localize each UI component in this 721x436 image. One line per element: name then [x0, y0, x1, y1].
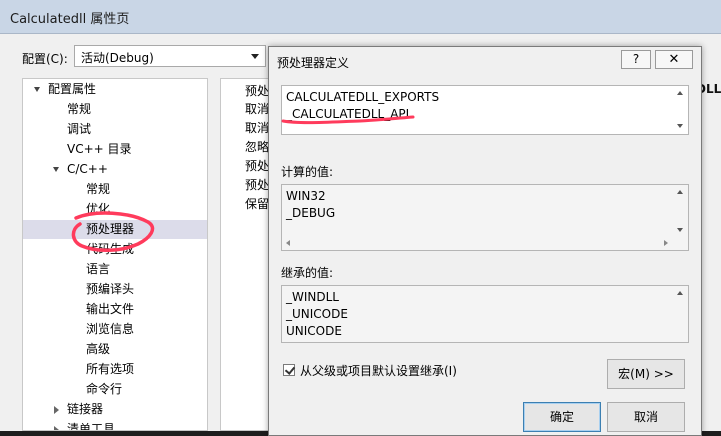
- tree-item-command-line[interactable]: 命令行: [23, 380, 207, 399]
- tree-item-label: VC++ 目录: [67, 142, 132, 156]
- close-button[interactable]: ✕: [655, 50, 693, 69]
- expanded-arrow-icon: [34, 87, 40, 92]
- inherited-line: _WINDLL: [286, 290, 339, 304]
- vertical-scrollbar[interactable]: [672, 86, 688, 134]
- collapsed-arrow-icon: [54, 406, 59, 414]
- inherited-label: 继承的值:: [281, 266, 334, 280]
- horizontal-scrollbar[interactable]: [282, 236, 672, 250]
- tree-item-browse-info[interactable]: 浏览信息: [23, 320, 207, 339]
- tree-item-label: 所有选项: [86, 362, 135, 376]
- window-title: Calculatedll 属性页: [10, 12, 130, 27]
- grid-row[interactable]: 取消: [245, 119, 269, 137]
- tree-item-label: 链接器: [67, 402, 104, 416]
- config-combo[interactable]: 活动(Debug): [74, 45, 266, 67]
- tree-item-code-generation[interactable]: 代码生成: [23, 240, 207, 259]
- window-close-area[interactable]: [693, 0, 721, 22]
- tree-item-all-options[interactable]: 所有选项: [23, 360, 207, 379]
- dialog-titlebar[interactable]: 预处理器定义 ? ✕: [269, 47, 701, 75]
- tree-item-label: 语言: [86, 262, 111, 276]
- expanded-arrow-icon: [53, 167, 59, 172]
- tree-item-linker[interactable]: 链接器: [23, 400, 207, 419]
- definitions-textbox[interactable]: CALCULATEDLL_EXPORTS _CALCULATEDLL_API: [281, 85, 689, 135]
- tree-item-precompiled-headers[interactable]: 预编译头: [23, 280, 207, 299]
- help-button[interactable]: ?: [621, 50, 651, 69]
- scroll-up-icon[interactable]: [677, 190, 683, 194]
- scroll-right-icon[interactable]: [664, 240, 668, 246]
- tree-item-preprocessor[interactable]: 预处理器: [23, 220, 207, 239]
- tree-item-general[interactable]: 常规: [23, 100, 207, 119]
- grid-row[interactable]: 取消: [245, 100, 269, 118]
- evaluated-line: WIN32: [286, 189, 326, 203]
- tree-item-label: 清单工具: [67, 422, 116, 431]
- inherit-checkbox[interactable]: [283, 364, 296, 376]
- tree-item-cpp-general[interactable]: 常规: [23, 180, 207, 199]
- tree-item-config-props[interactable]: 配置属性: [23, 80, 207, 99]
- scroll-up-icon[interactable]: [677, 291, 683, 295]
- grid-row[interactable]: 忽略: [245, 138, 269, 156]
- checkmark-icon: [284, 364, 296, 375]
- tree-item-advanced[interactable]: 高级: [23, 340, 207, 359]
- scroll-down-icon[interactable]: [677, 228, 683, 232]
- collapsed-arrow-icon: [54, 426, 59, 430]
- tree-item-label: 优化: [86, 202, 111, 216]
- ok-button[interactable]: 确定: [523, 402, 601, 432]
- preprocessor-dialog: 预处理器定义 ? ✕ CALCULATEDLL_EXPORTS _CALCULA…: [268, 46, 702, 436]
- scroll-down-icon[interactable]: [677, 124, 683, 128]
- grid-row[interactable]: 预处: [245, 82, 269, 100]
- dialog-title: 预处理器定义: [277, 56, 350, 70]
- tree-item-debugging[interactable]: 调试: [23, 120, 207, 139]
- grid-row[interactable]: 预处: [245, 176, 269, 194]
- inherited-line: _UNICODE: [286, 307, 348, 321]
- config-label: 配置(C):: [22, 52, 68, 66]
- tree-item-label: 配置属性: [48, 82, 97, 96]
- tree-item-cpp[interactable]: C/C++: [23, 160, 207, 179]
- tree-item-label: 命令行: [86, 382, 123, 396]
- tree-item-label: 常规: [67, 102, 92, 116]
- definition-line: CALCULATEDLL_EXPORTS: [286, 90, 440, 104]
- tree-item-label: 输出文件: [86, 302, 135, 316]
- tree-item-label: 高级: [86, 342, 111, 356]
- definition-line: _CALCULATEDLL_API: [286, 107, 410, 121]
- inherited-values-box: _WINDLL _UNICODE UNICODE: [281, 285, 689, 343]
- grid-row[interactable]: 保留: [245, 195, 269, 213]
- inherited-line: UNICODE: [286, 324, 342, 338]
- tree-item-label: 浏览信息: [86, 322, 135, 336]
- inherit-checkbox-label[interactable]: 从父级或项目默认设置继承(I): [300, 362, 457, 379]
- property-tree: 配置属性 常规 调试 VC++ 目录 C/C++ 常规 优化 预处理器 代码生成…: [22, 78, 208, 431]
- window-titlebar[interactable]: Calculatedll 属性页: [0, 0, 721, 34]
- tree-item-label: 预编译头: [86, 282, 135, 296]
- config-combo-value: 活动(Debug): [81, 51, 154, 65]
- vertical-scrollbar[interactable]: [672, 286, 688, 342]
- tree-item-language[interactable]: 语言: [23, 260, 207, 279]
- tree-item-optimization[interactable]: 优化: [23, 200, 207, 219]
- tree-item-manifest-tool[interactable]: 清单工具: [23, 420, 207, 431]
- tree-item-output-files[interactable]: 输出文件: [23, 300, 207, 319]
- tree-item-label: 调试: [67, 122, 92, 136]
- grid-row[interactable]: 预处: [245, 157, 269, 175]
- tree-item-label: 预处理器: [86, 222, 135, 236]
- evaluated-label: 计算的值:: [281, 165, 334, 179]
- evaluated-line: _DEBUG: [286, 206, 336, 220]
- scroll-left-icon[interactable]: [286, 240, 290, 246]
- tree-item-vc-directories[interactable]: VC++ 目录: [23, 140, 207, 159]
- macro-button[interactable]: 宏(M) >>: [607, 359, 685, 389]
- tree-item-label: 常规: [86, 182, 111, 196]
- evaluated-values-box: WIN32 _DEBUG: [281, 184, 689, 251]
- tree-item-label: 代码生成: [86, 242, 135, 256]
- scroll-up-icon[interactable]: [677, 91, 683, 95]
- cancel-button[interactable]: 取消: [607, 402, 685, 432]
- chevron-down-icon: [251, 54, 259, 59]
- tree-item-label: C/C++: [67, 162, 108, 176]
- vertical-scrollbar[interactable]: [672, 185, 688, 250]
